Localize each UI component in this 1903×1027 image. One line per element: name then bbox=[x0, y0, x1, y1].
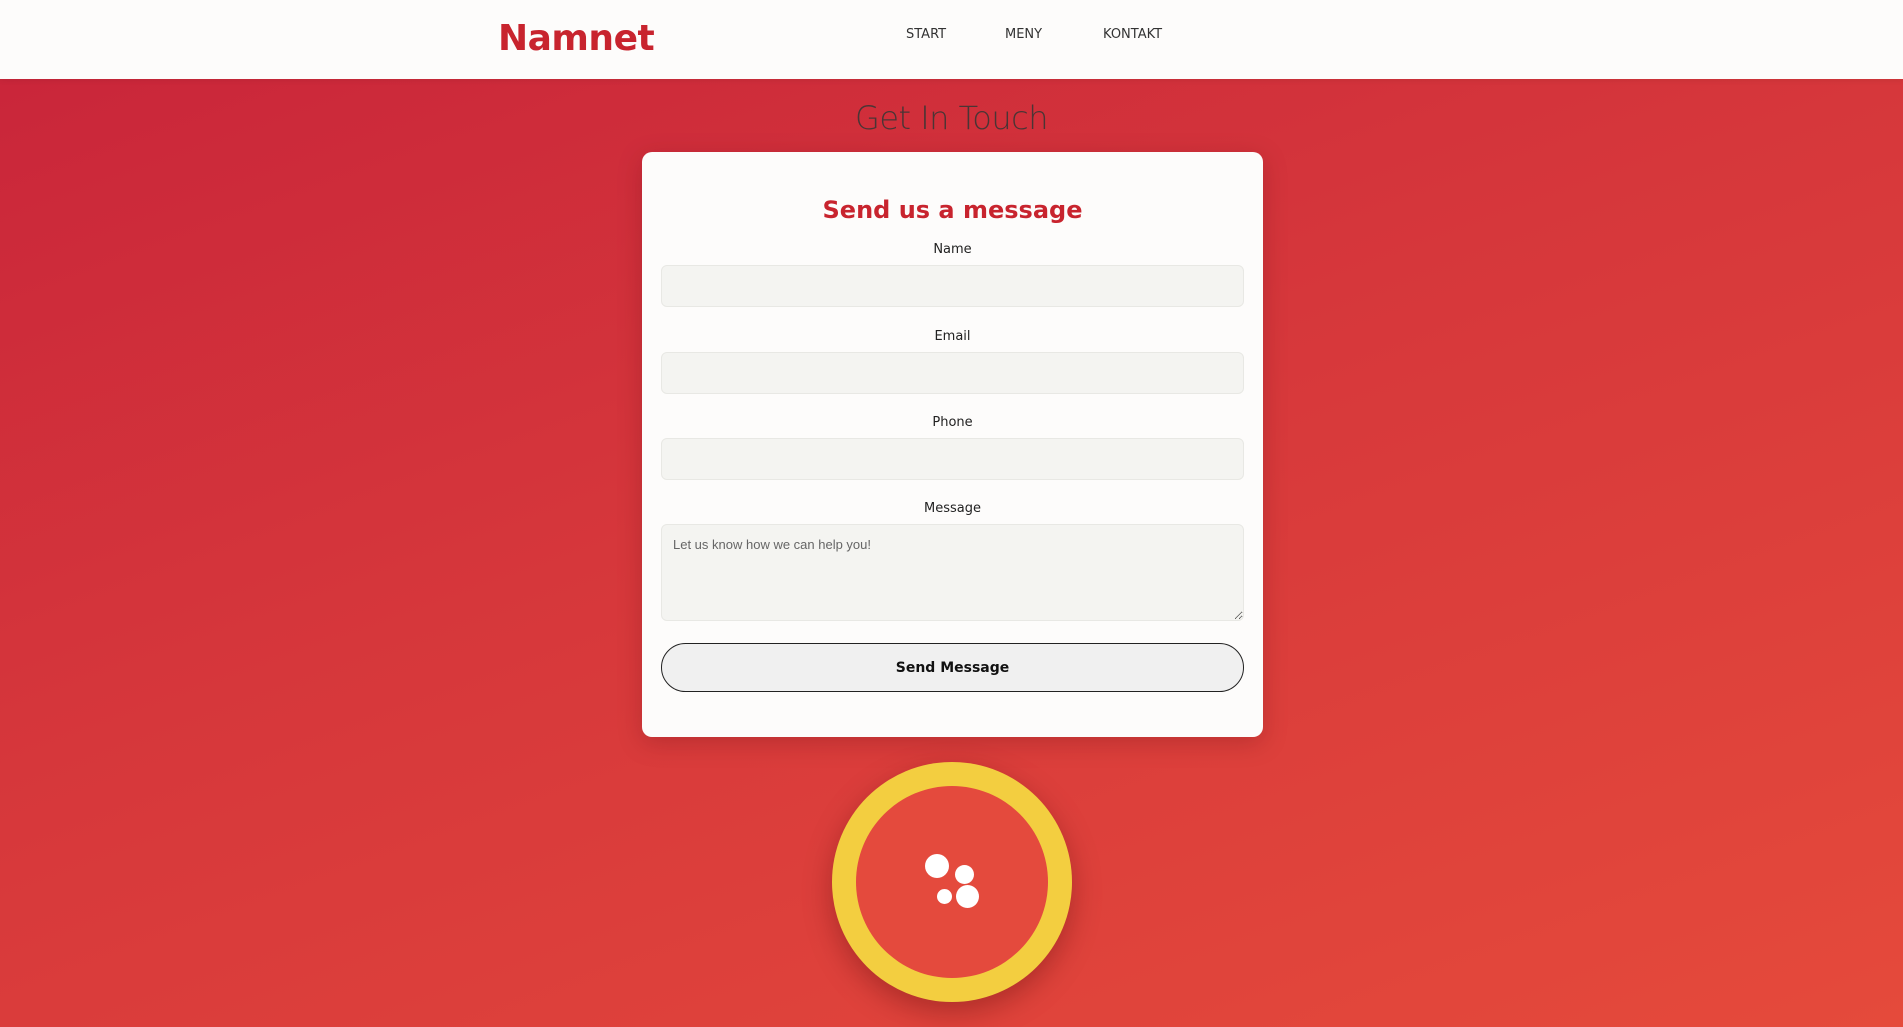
send-message-button[interactable]: Send Message bbox=[661, 643, 1244, 692]
nav-link-start[interactable]: START bbox=[906, 27, 946, 42]
bubble-dot bbox=[955, 865, 974, 884]
email-label: Email bbox=[934, 329, 971, 344]
message-textarea[interactable] bbox=[661, 524, 1244, 621]
logo-inner-circle bbox=[856, 786, 1048, 978]
nav-link-meny[interactable]: MENY bbox=[1005, 27, 1042, 42]
page-title: Get In Touch bbox=[855, 99, 1048, 137]
message-label: Message bbox=[924, 501, 981, 516]
brand-logo-text[interactable]: Namnet bbox=[498, 18, 655, 59]
bubbles-logo-icon bbox=[832, 762, 1072, 1002]
form-title: Send us a message bbox=[822, 196, 1083, 224]
bubble-dot bbox=[956, 885, 979, 908]
contact-form-card: Send us a message Name Email Phone Messa… bbox=[642, 152, 1263, 737]
nav-link-kontakt[interactable]: KONTAKT bbox=[1103, 27, 1162, 42]
top-navbar: Namnet START MENY KONTAKT bbox=[0, 0, 1903, 79]
email-input[interactable] bbox=[661, 352, 1244, 394]
name-input[interactable] bbox=[661, 265, 1244, 307]
name-label: Name bbox=[933, 242, 972, 257]
phone-label: Phone bbox=[932, 415, 973, 430]
bubble-dot bbox=[925, 854, 949, 878]
bubble-dot bbox=[937, 889, 952, 904]
phone-input[interactable] bbox=[661, 438, 1244, 480]
